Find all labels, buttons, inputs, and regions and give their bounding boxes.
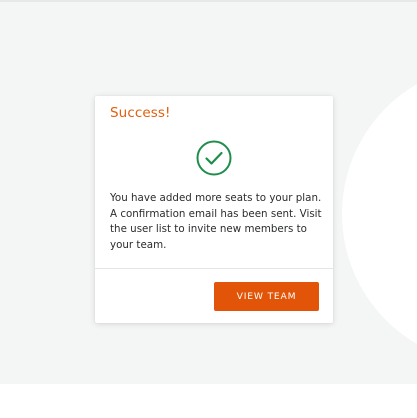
view-team-button[interactable]: VIEW TEAM	[214, 282, 319, 311]
top-strip	[0, 0, 417, 2]
check-circle-icon	[196, 140, 232, 176]
modal-divider	[95, 268, 333, 269]
success-modal: Success! You have added more seats to yo…	[95, 96, 333, 323]
modal-title: Success!	[110, 105, 171, 121]
background-shape	[342, 64, 417, 364]
modal-message: You have added more seats to your plan. …	[110, 192, 322, 251]
